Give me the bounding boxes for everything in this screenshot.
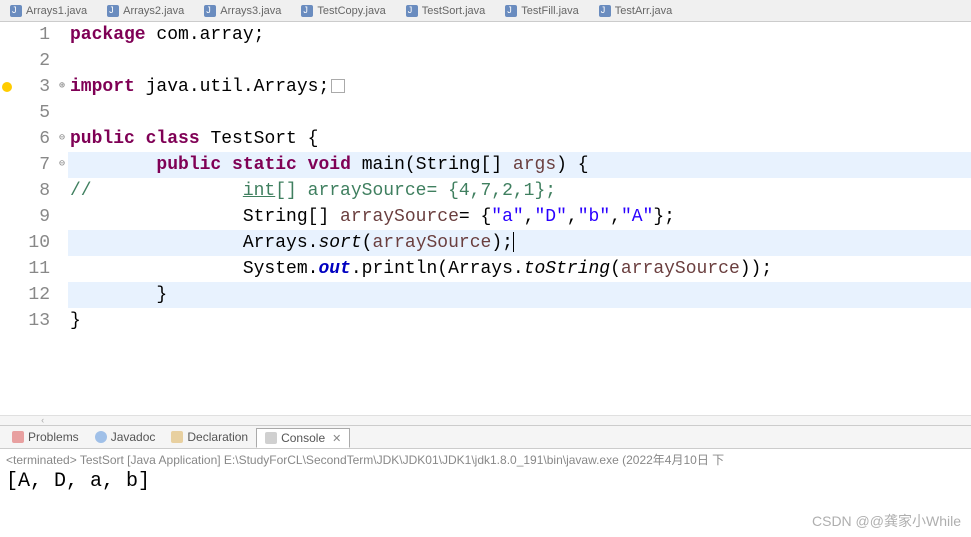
line-number: 10 <box>14 230 50 256</box>
line-number: 9 <box>14 204 50 230</box>
javadoc-icon <box>95 431 107 443</box>
scroll-indicator: ‹ <box>0 415 971 425</box>
fold-toggle[interactable] <box>56 230 68 256</box>
tab-file[interactable]: Arrays1.java <box>0 3 97 19</box>
fold-toggle[interactable] <box>56 282 68 308</box>
java-icon <box>204 5 216 17</box>
declaration-icon <box>171 431 183 443</box>
watermark: CSDN @@龚家小While <box>812 511 961 531</box>
lightbulb-icon[interactable] <box>2 82 12 92</box>
console-output[interactable]: [A, D, a, b] <box>6 468 965 493</box>
fold-toggle[interactable] <box>56 204 68 230</box>
line-number: 8 <box>14 178 50 204</box>
close-icon[interactable]: ✕ <box>332 432 341 445</box>
code-editor[interactable]: package com.array; import java.util.Arra… <box>68 22 971 415</box>
fold-toggle[interactable]: ⊖ <box>56 152 68 178</box>
fold-toggle[interactable] <box>56 100 68 126</box>
fold-toggle[interactable]: ⊕ <box>56 74 68 100</box>
line-number: 11 <box>14 256 50 282</box>
fold-toggle[interactable] <box>56 178 68 204</box>
tab-file[interactable]: Arrays3.java <box>194 3 291 19</box>
collapsed-indicator[interactable] <box>331 79 345 93</box>
line-number: 5 <box>14 100 50 126</box>
line-number: 13 <box>14 308 50 334</box>
tab-file[interactable]: TestFill.java <box>495 3 588 19</box>
tab-file[interactable]: TestSort.java <box>396 3 496 19</box>
console-panel: <terminated> TestSort [Java Application]… <box>0 449 971 495</box>
console-icon <box>265 432 277 444</box>
editor-tabs: Arrays1.java Arrays2.java Arrays3.java T… <box>0 0 971 22</box>
line-number: 3 <box>14 74 50 100</box>
line-number: 6 <box>14 126 50 152</box>
fold-toggle[interactable] <box>56 22 68 48</box>
java-icon <box>406 5 418 17</box>
fold-toggle[interactable] <box>56 48 68 74</box>
tab-declaration[interactable]: Declaration <box>163 428 256 446</box>
text-cursor <box>513 232 514 252</box>
editor-area: 1 2 3 5 6 7 8 9 10 11 12 13 ⊕ ⊖ ⊖ packag… <box>0 22 971 415</box>
fold-toggle[interactable] <box>56 308 68 334</box>
tab-file[interactable]: TestCopy.java <box>291 3 395 19</box>
java-icon <box>301 5 313 17</box>
fold-bar: ⊕ ⊖ ⊖ <box>56 22 68 415</box>
java-icon <box>505 5 517 17</box>
line-gutter: 1 2 3 5 6 7 8 9 10 11 12 13 <box>14 22 56 415</box>
java-icon <box>107 5 119 17</box>
fold-toggle[interactable] <box>56 256 68 282</box>
line-number: 2 <box>14 48 50 74</box>
tab-console[interactable]: Console✕ <box>256 428 350 448</box>
tab-file[interactable]: TestArr.java <box>589 3 682 19</box>
console-status: <terminated> TestSort [Java Application]… <box>6 451 965 468</box>
tab-problems[interactable]: Problems <box>4 428 87 446</box>
line-number: 7 <box>14 152 50 178</box>
java-icon <box>10 5 22 17</box>
tab-javadoc[interactable]: Javadoc <box>87 428 164 446</box>
views-tabs: Problems Javadoc Declaration Console✕ <box>0 425 971 449</box>
problems-icon <box>12 431 24 443</box>
tab-file[interactable]: Arrays2.java <box>97 3 194 19</box>
line-number: 1 <box>14 22 50 48</box>
java-icon <box>599 5 611 17</box>
fold-toggle[interactable]: ⊖ <box>56 126 68 152</box>
marker-bar <box>0 22 14 415</box>
line-number: 12 <box>14 282 50 308</box>
